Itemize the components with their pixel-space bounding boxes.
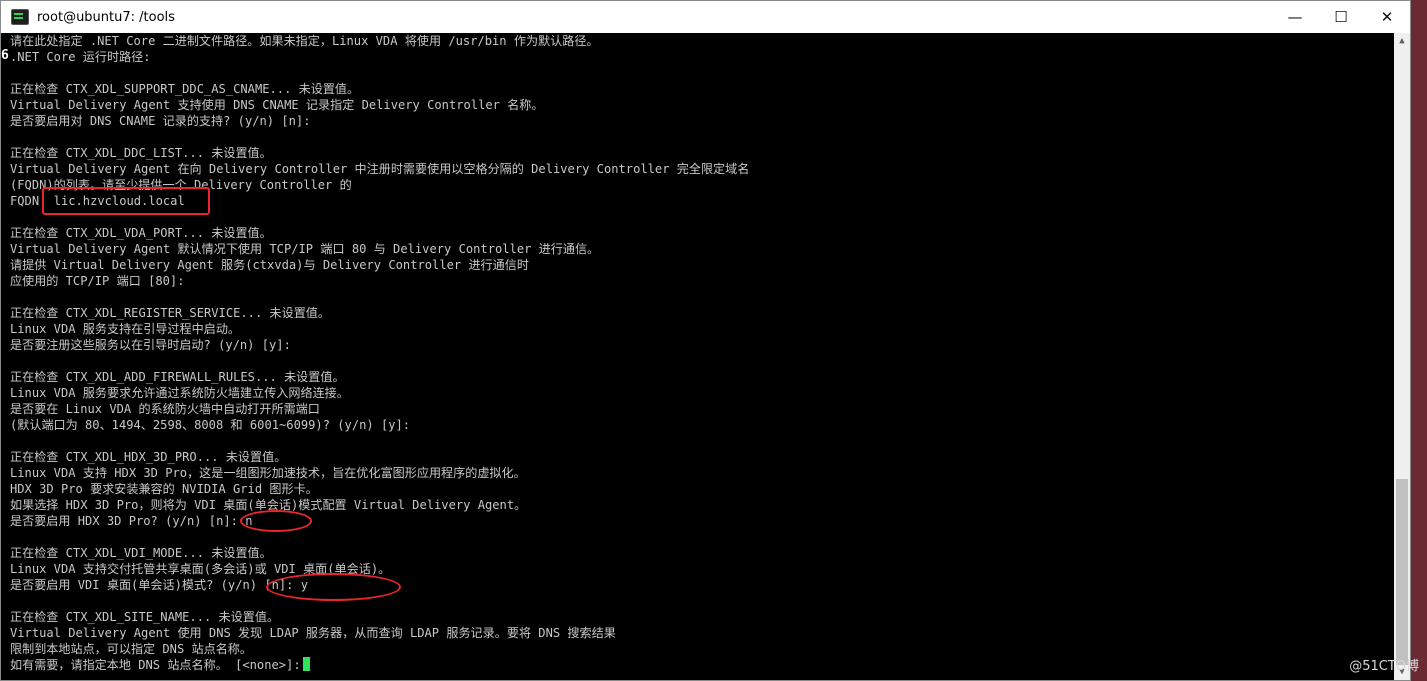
- terminal-line: 是否要启用对 DNS CNAME 记录的支持? (y/n) [n]:: [10, 114, 311, 128]
- terminal-line: 是否要注册这些服务以在引导时启动? (y/n) [y]:: [10, 338, 291, 352]
- text-cursor: [302, 657, 310, 671]
- window-title: root@ubuntu7: /tools: [37, 9, 175, 25]
- terminal-line: 正在检查 CTX_XDL_HDX_3D_PRO... 未设置值。: [10, 450, 287, 464]
- terminal-line: 是否要启用 VDI 桌面(单会话)模式? (y/n) [n]: y: [10, 578, 309, 592]
- terminal-line: Virtual Delivery Agent 支持使用 DNS CNAME 记录…: [10, 98, 544, 112]
- terminal-line: 应使用的 TCP/IP 端口 [80]:: [10, 274, 185, 288]
- terminal-line: 正在检查 CTX_XDL_DDC_LIST... 未设置值。: [10, 146, 272, 160]
- watermark-text: @51CTO博: [1349, 659, 1419, 674]
- terminal-line: Linux VDA 服务要求允许通过系统防火墙建立传入网络连接。: [10, 386, 349, 400]
- scroll-up-arrow-icon[interactable]: ▲: [1394, 33, 1410, 49]
- vertical-scrollbar[interactable]: ▲ ▼: [1394, 33, 1410, 680]
- terminal-line: 正在检查 CTX_XDL_ADD_FIREWALL_RULES... 未设置值。: [10, 370, 345, 384]
- fqdn-highlight-box: [42, 187, 210, 215]
- close-button[interactable]: ✕: [1364, 1, 1410, 33]
- terminal-line: 正在检查 CTX_XDL_VDI_MODE... 未设置值。: [10, 546, 272, 560]
- terminal-window: root@ubuntu7: /tools — ☐ ✕ 6 请在此处指定 .NET…: [0, 0, 1411, 681]
- terminal-line: Linux VDA 支持 HDX 3D Pro，这是一组图形加速技术，旨在优化富…: [10, 466, 526, 480]
- terminal-line: 正在检查 CTX_XDL_SUPPORT_DDC_AS_CNAME... 未设置…: [10, 82, 360, 96]
- terminal-line: 正在检查 CTX_XDL_VDA_PORT... 未设置值。: [10, 226, 272, 240]
- terminal-line: Virtual Delivery Agent 使用 DNS 发现 LDAP 服务…: [10, 626, 616, 640]
- minimize-button[interactable]: —: [1272, 1, 1318, 33]
- terminal-line: Virtual Delivery Agent 在向 Delivery Contr…: [10, 162, 750, 176]
- terminal-line: 是否要在 Linux VDA 的系统防火墙中自动打开所需端口: [10, 402, 320, 416]
- terminal-app-icon: [11, 9, 29, 25]
- terminal-line: HDX 3D Pro 要求安装兼容的 NVIDIA Grid 图形卡。: [10, 482, 318, 496]
- terminal-line: 正在检查 CTX_XDL_SITE_NAME... 未设置值。: [10, 610, 280, 624]
- terminal-line: 请提供 Virtual Delivery Agent 服务(ctxvda)与 D…: [10, 258, 529, 272]
- scroll-thumb[interactable]: [1396, 479, 1408, 665]
- terminal-line: 限制到本地站点，可以指定 DNS 站点名称。: [10, 642, 252, 656]
- terminal-line: Linux VDA 服务支持在引导过程中启动。: [10, 322, 241, 336]
- terminal-line: (默认端口为 80、1494、2598、8008 和 6001~6099)? (…: [10, 418, 411, 432]
- maximize-button[interactable]: ☐: [1318, 1, 1364, 33]
- terminal-line: 正在检查 CTX_XDL_REGISTER_SERVICE... 未设置值。: [10, 306, 330, 320]
- title-bar[interactable]: root@ubuntu7: /tools — ☐ ✕: [1, 1, 1410, 33]
- terminal-line: .NET Core 运行时路径:: [10, 50, 151, 64]
- terminal-line: 是否要启用 HDX 3D Pro? (y/n) [n]: n: [10, 514, 253, 528]
- terminal-line: Virtual Delivery Agent 默认情况下使用 TCP/IP 端口…: [10, 242, 600, 256]
- terminal-line: 如有需要，请指定本地 DNS 站点名称。 [<none>]:: [10, 657, 310, 673]
- overflow-character: 6: [1, 48, 9, 63]
- vdi-answer-highlight-ellipse: [266, 573, 401, 601]
- terminal-line: 请在此处指定 .NET Core 二进制文件路径。如果未指定，Linux VDA…: [10, 34, 599, 48]
- terminal-output[interactable]: 6 请在此处指定 .NET Core 二进制文件路径。如果未指定，Linux V…: [1, 33, 1394, 680]
- hdx-answer-highlight-ellipse: [240, 510, 312, 532]
